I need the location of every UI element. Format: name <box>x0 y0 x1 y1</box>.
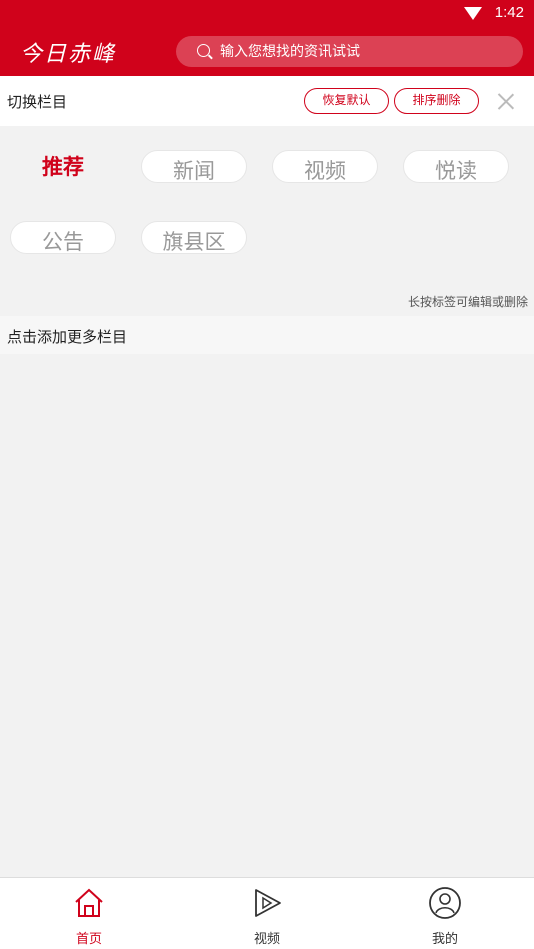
app-header: 1:42 今日赤峰 <box>0 0 534 76</box>
tag-recommend[interactable]: 推荐 <box>10 150 116 183</box>
home-icon <box>75 888 103 917</box>
toolbar-title: 切换栏目 <box>7 93 68 111</box>
channel-toolbar: 切换栏目 恢复默认 排序删除 <box>0 76 534 126</box>
tab-mine-label: 我的 <box>431 932 458 947</box>
tag-county[interactable]: 旗县区 <box>141 221 247 254</box>
tag-notice[interactable]: 公告 <box>10 221 116 254</box>
app-logo[interactable]: 今日赤峰 <box>20 36 116 68</box>
search-bar[interactable] <box>176 36 523 67</box>
tag-video[interactable]: 视频 <box>272 150 378 183</box>
close-icon[interactable] <box>495 90 517 112</box>
tag-reading[interactable]: 悦读 <box>403 150 509 183</box>
user-icon <box>429 887 461 919</box>
status-time: 1:42 <box>494 4 524 21</box>
edit-hint: 长按标签可编辑或删除 <box>407 295 528 309</box>
sort-delete-button[interactable]: 排序删除 <box>394 88 479 114</box>
add-more-title: 点击添加更多栏目 <box>7 328 128 346</box>
wifi-icon <box>464 7 482 20</box>
tab-video[interactable]: 视频 <box>178 878 356 949</box>
add-more-section: 点击添加更多栏目 <box>0 316 534 354</box>
play-icon <box>255 889 281 917</box>
search-input[interactable] <box>220 36 510 67</box>
tab-video-label: 视频 <box>253 932 280 947</box>
tab-home-label: 首页 <box>75 932 102 947</box>
tag-news[interactable]: 新闻 <box>141 150 247 183</box>
channel-tags: 推荐 新闻 视频 悦读 公告 旗县区 长按标签可编辑或删除 <box>0 126 534 316</box>
tab-mine[interactable]: 我的 <box>356 878 534 949</box>
status-bar: 1:42 <box>0 0 534 28</box>
restore-default-button[interactable]: 恢复默认 <box>304 88 389 114</box>
tab-home[interactable]: 首页 <box>0 878 178 949</box>
search-icon <box>197 44 210 57</box>
bottom-tab-bar: 首页 视频 我的 <box>0 877 534 949</box>
